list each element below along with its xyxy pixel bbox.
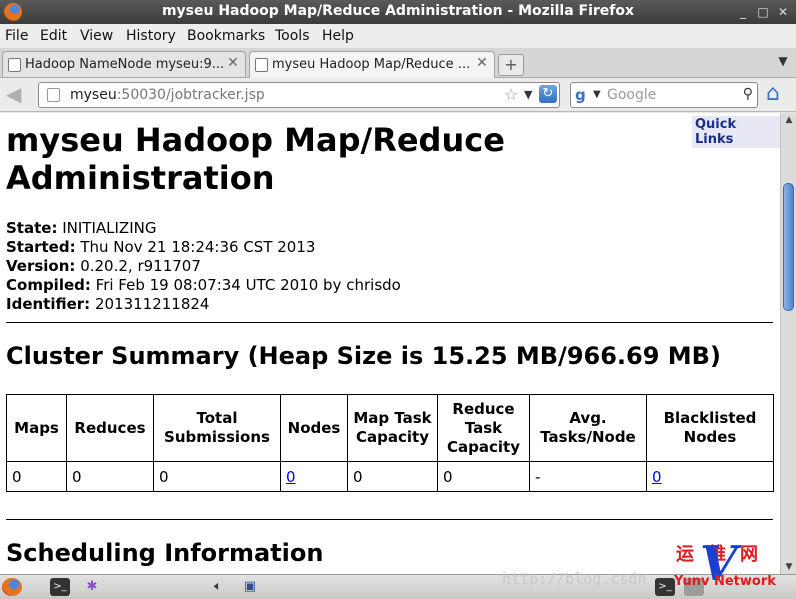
table-row: 0 0 0 0 0 0 - 0 [6, 461, 774, 492]
info-identifier: Identifier: 201311211824 [6, 295, 401, 314]
scheduling-information-heading: Scheduling Information [6, 539, 324, 567]
cell-blacklisted-nodes: 0 [646, 461, 774, 492]
cell-map-task-capacity: 0 [347, 461, 438, 492]
firefox-launcher-icon[interactable] [2, 578, 22, 596]
watermark-logo: 运维网 V Yunv Network [670, 536, 790, 596]
column-header-maps: Maps [6, 394, 67, 462]
table-header-row: Maps Reduces Total Submissions Nodes Map… [6, 394, 774, 462]
close-tab-icon[interactable]: ✕ [225, 55, 241, 71]
column-header-reduce-task-capacity: Reduce Task Capacity [437, 394, 530, 462]
tab-label: myseu Hadoop Map/Reduce ... [272, 57, 471, 72]
jobtracker-info: State: INITIALIZING Started: Thu Nov 21 … [6, 219, 401, 314]
minimize-button[interactable]: _ [735, 4, 751, 20]
cell-avg-tasks-node: - [529, 461, 647, 492]
volume-icon[interactable]: 🔈︎ [208, 578, 228, 596]
menu-bar: File Edit View History Bookmarks Tools H… [0, 24, 796, 48]
info-version: Version: 0.20.2, r911707 [6, 257, 401, 276]
list-all-tabs-icon[interactable]: ▼ [775, 54, 791, 70]
menu-file[interactable]: File [5, 28, 28, 44]
logo-english-text: Yunv Network [674, 574, 776, 589]
scroll-up-arrow-icon[interactable]: ▲ [781, 113, 796, 127]
info-compiled: Compiled: Fri Feb 19 08:07:34 UTC 2010 b… [6, 276, 401, 295]
navigation-bar: ◀ myseu:50030/jobtracker.jsp ☆ ▼ ↻ g ▼ ⚲… [0, 78, 796, 112]
close-window-button[interactable]: ✕ [775, 4, 791, 20]
info-label: Started: [6, 238, 76, 256]
tab-namenode[interactable]: Hadoop NameNode myseu:9... ✕ [2, 51, 246, 77]
info-label: Identifier: [6, 295, 91, 313]
info-value: Fri Feb 19 08:07:34 UTC 2010 by chrisdo [95, 276, 401, 294]
reload-icon[interactable]: ↻ [539, 85, 557, 103]
scrollbar-thumb[interactable] [783, 183, 794, 311]
maximize-button[interactable]: □ [755, 4, 771, 20]
network-icon[interactable]: ▣ [240, 578, 260, 596]
page-icon [8, 58, 21, 72]
bookmark-star-icon[interactable]: ☆ [504, 85, 518, 104]
info-state: State: INITIALIZING [6, 219, 401, 238]
home-icon[interactable]: ⌂ [766, 83, 790, 107]
info-started: Started: Thu Nov 21 18:24:36 CST 2013 [6, 238, 401, 257]
url-history-dropdown-icon[interactable]: ▼ [524, 88, 532, 101]
menu-view[interactable]: View [80, 28, 113, 44]
url-bar[interactable]: myseu:50030/jobtracker.jsp ☆ ▼ ↻ [38, 82, 560, 108]
page-icon [255, 58, 268, 72]
vertical-scrollbar[interactable]: ▲ ▼ [780, 113, 796, 574]
info-value: 0.20.2, r911707 [80, 257, 201, 275]
tab-bar: Hadoop NameNode myseu:9... ✕ myseu Hadoo… [0, 48, 796, 79]
info-value: 201311211824 [94, 295, 210, 313]
search-input[interactable] [607, 86, 727, 104]
page-icon [47, 88, 60, 102]
cell-maps: 0 [6, 461, 67, 492]
google-search-engine-icon[interactable]: g [575, 86, 586, 104]
divider [6, 322, 773, 323]
terminal-launcher-icon[interactable]: >_ [50, 578, 70, 596]
quick-links[interactable]: Quick Links [692, 116, 780, 148]
menu-edit[interactable]: Edit [40, 28, 67, 44]
info-label: State: [6, 219, 58, 237]
menu-history[interactable]: History [126, 28, 176, 44]
search-bar[interactable]: g ▼ ⚲ [570, 82, 758, 108]
tab-jobtracker[interactable]: myseu Hadoop Map/Reduce ... ✕ [249, 51, 495, 79]
nodes-link[interactable]: 0 [286, 468, 296, 486]
column-header-blacklisted-nodes: Blacklisted Nodes [646, 394, 774, 462]
title-bar: myseu Hadoop Map/Reduce Administration -… [0, 0, 796, 24]
url-path: :50030/jobtracker.jsp [116, 87, 265, 103]
info-value: Thu Nov 21 18:24:36 CST 2013 [80, 238, 316, 256]
info-label: Compiled: [6, 276, 91, 294]
column-header-map-task-capacity: Map Task Capacity [347, 394, 438, 462]
column-header-nodes: Nodes [280, 394, 348, 462]
search-engine-dropdown-icon[interactable]: ▼ [593, 89, 601, 100]
new-tab-button[interactable]: + [498, 54, 524, 76]
page-content: Quick Links myseu Hadoop Map/Reduce Admi… [0, 113, 780, 574]
cell-reduces: 0 [66, 461, 154, 492]
column-header-total-submissions: Total Submissions [153, 394, 281, 462]
cell-total-submissions: 0 [153, 461, 281, 492]
url-host: myseu [70, 87, 117, 103]
menu-tools[interactable]: Tools [275, 28, 310, 44]
menu-help[interactable]: Help [322, 28, 354, 44]
watermark-url: http://blog.csdn [502, 570, 647, 588]
firefox-window: myseu Hadoop Map/Reduce Administration -… [0, 0, 796, 599]
url-text[interactable]: myseu:50030/jobtracker.jsp [70, 87, 265, 103]
back-arrow-icon[interactable]: ◀ [6, 84, 28, 106]
info-value: INITIALIZING [62, 219, 157, 237]
tab-label: Hadoop NameNode myseu:9... [25, 57, 225, 72]
menu-bookmarks[interactable]: Bookmarks [187, 28, 265, 44]
column-header-reduces: Reduces [66, 394, 154, 462]
search-binoculars-icon[interactable]: ⚲ [743, 86, 753, 102]
blacklisted-nodes-link[interactable]: 0 [652, 468, 662, 486]
cluster-summary-table: Maps Reduces Total Submissions Nodes Map… [6, 394, 774, 492]
info-label: Version: [6, 257, 76, 275]
column-header-avg-tasks-node: Avg. Tasks/Node [529, 394, 647, 462]
cell-reduce-task-capacity: 0 [437, 461, 530, 492]
cluster-summary-heading: Cluster Summary (Heap Size is 15.25 MB/9… [6, 342, 721, 370]
close-tab-icon[interactable]: ✕ [474, 55, 490, 71]
divider [6, 519, 773, 520]
cell-nodes: 0 [280, 461, 348, 492]
page-title: myseu Hadoop Map/Reduce Administration [6, 121, 505, 197]
window-title: myseu Hadoop Map/Reduce Administration -… [161, 3, 635, 19]
settings-launcher-icon[interactable]: ✱ [82, 578, 102, 596]
